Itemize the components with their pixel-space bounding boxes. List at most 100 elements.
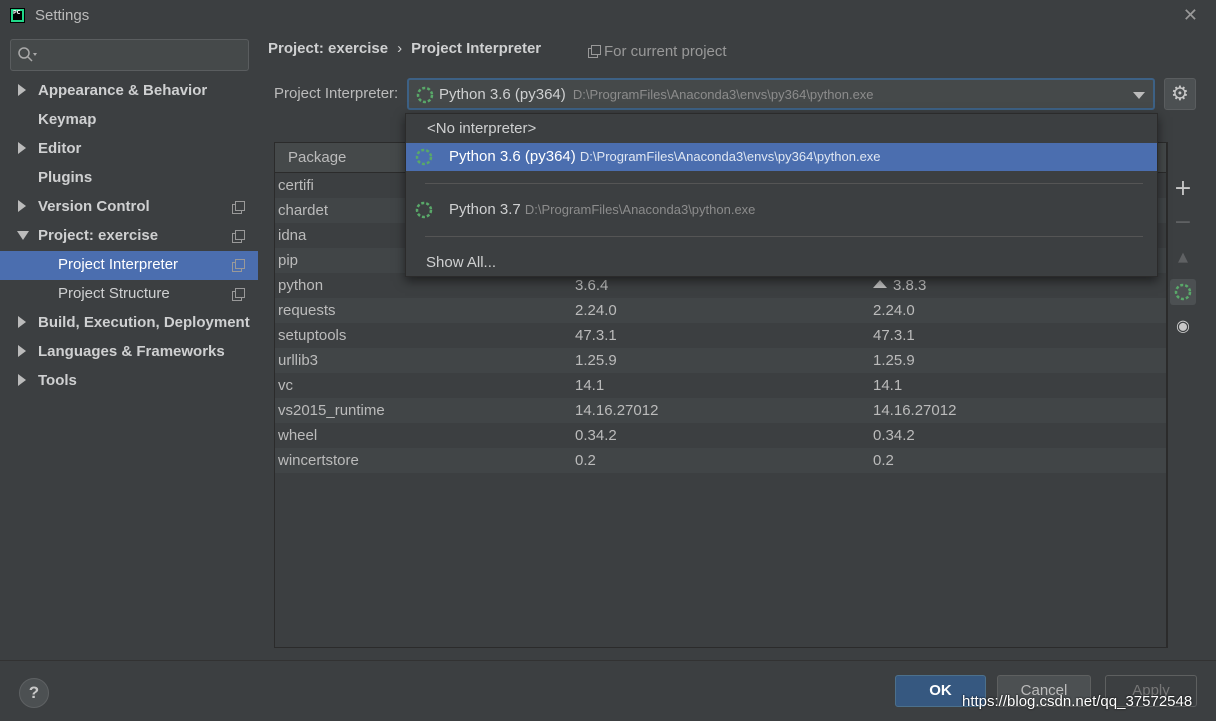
sidebar-item-appearance[interactable]: Appearance & Behavior	[0, 77, 258, 106]
remove-package-button[interactable]: −	[1170, 210, 1196, 236]
search-icon	[18, 47, 37, 62]
interpreter-path: D:\ProgramFiles\Anaconda3\envs\py364\pyt…	[572, 87, 874, 102]
gear-icon: ⚙	[1171, 81, 1189, 105]
option-label: Show All...	[426, 254, 497, 271]
interpreter-select[interactable]: Python 3.6 (py364) D:\ProgramFiles\Anaco…	[407, 78, 1155, 110]
scope-hint-text: For current project	[604, 43, 727, 60]
package-name: wincertstore	[278, 452, 359, 469]
package-name: pip	[278, 252, 299, 269]
package-latest: 0.2	[873, 452, 894, 469]
sidebar-item-label: Plugins	[38, 169, 93, 186]
expand-arrow-icon	[18, 374, 26, 386]
help-button[interactable]: ?	[19, 678, 49, 708]
sidebar-item-build[interactable]: Build, Execution, Deployment	[0, 309, 258, 338]
package-version: 0.2	[575, 452, 596, 469]
sidebar-item-version-control[interactable]: Version Control	[0, 193, 258, 222]
copy-icon	[232, 288, 245, 301]
table-row[interactable]: vs2015_runtime 14.16.27012 14.16.27012	[275, 398, 1166, 423]
sidebar-item-project-structure[interactable]: Project Structure	[0, 280, 258, 309]
divider	[425, 236, 1143, 237]
close-icon[interactable]: ✕	[1183, 5, 1198, 26]
option-label: <No interpreter>	[427, 120, 537, 137]
table-row[interactable]: urllib3 1.25.9 1.25.9	[275, 348, 1166, 373]
breadcrumb-separator: ›	[397, 40, 403, 57]
package-latest: 0.34.2	[873, 427, 915, 444]
sidebar-item-keymap[interactable]: Keymap	[0, 106, 258, 135]
package-version: 14.1	[575, 377, 605, 394]
table-row[interactable]: wincertstore 0.2 0.2	[275, 448, 1166, 473]
table-row[interactable]: requests 2.24.0 2.24.0	[275, 298, 1166, 323]
package-name: certifi	[278, 177, 314, 194]
expand-arrow-icon	[18, 345, 26, 357]
python-env-icon	[415, 148, 433, 166]
package-version: 3.6.4	[575, 277, 609, 294]
option-path: D:\ProgramFiles\Anaconda3\envs\py364\pyt…	[579, 149, 881, 164]
sidebar-item-editor[interactable]: Editor	[0, 135, 258, 164]
expand-arrow-icon	[18, 142, 26, 154]
sidebar-item-label: Editor	[38, 140, 82, 157]
python-env-icon	[1174, 283, 1192, 301]
search-input[interactable]	[10, 39, 249, 71]
show-all-option[interactable]: Show All...	[406, 249, 1157, 277]
window-title: Settings	[35, 7, 90, 24]
package-version: 2.24.0	[575, 302, 617, 319]
table-row[interactable]: wheel 0.34.2 0.34.2	[275, 423, 1166, 448]
divider	[425, 183, 1143, 184]
sidebar-item-tools[interactable]: Tools	[0, 367, 258, 396]
table-row[interactable]: setuptools 47.3.1 47.3.1	[275, 323, 1166, 348]
interpreter-option-py364[interactable]: Python 3.6 (py364) D:\ProgramFiles\Anaco…	[406, 143, 1157, 171]
table-row[interactable]: vc 14.1 14.1	[275, 373, 1166, 398]
collapse-arrow-icon	[17, 231, 29, 240]
sidebar-item-project-interpreter[interactable]: Project Interpreter	[0, 251, 258, 280]
sidebar-item-label: Project: exercise	[38, 227, 159, 244]
conda-toggle-button[interactable]	[1170, 279, 1196, 305]
upgrade-package-button[interactable]: ▲	[1170, 245, 1196, 271]
option-label: Python 3.6 (py364) D:\ProgramFiles\Anaco…	[449, 148, 881, 165]
expand-arrow-icon	[18, 200, 26, 212]
copy-icon	[232, 201, 245, 214]
dialog-footer: ? OK Cancel Apply https://blog.csdn.net/…	[0, 660, 1216, 721]
sidebar-item-label: Project Interpreter	[58, 256, 179, 273]
sidebar-item-label: Build, Execution, Deployment	[38, 314, 250, 331]
package-latest: 2.24.0	[873, 302, 915, 319]
sidebar-item-languages[interactable]: Languages & Frameworks	[0, 338, 258, 367]
copy-icon	[588, 45, 601, 58]
option-name: Python 3.6 (py364)	[449, 148, 576, 165]
upgrade-available-icon	[873, 280, 887, 288]
sidebar-item-project[interactable]: Project: exercise	[0, 222, 258, 251]
copy-icon	[232, 259, 245, 272]
package-version: 1.25.9	[575, 352, 617, 369]
python-env-icon	[416, 86, 434, 104]
sidebar-item-label: Keymap	[38, 111, 97, 128]
sidebar-item-label: Appearance & Behavior	[38, 82, 208, 99]
package-name: vs2015_runtime	[278, 402, 385, 419]
sidebar-item-plugins[interactable]: Plugins	[0, 164, 258, 193]
no-interpreter-option[interactable]: <No interpreter>	[406, 115, 1157, 143]
title-bar: PC Settings ✕	[0, 0, 1216, 32]
add-package-button[interactable]: +	[1170, 176, 1196, 202]
package-version: 14.16.27012	[575, 402, 659, 419]
interpreter-settings-button[interactable]: ⚙	[1164, 78, 1196, 110]
package-name: idna	[278, 227, 307, 244]
sidebar-item-label: Languages & Frameworks	[38, 343, 225, 360]
package-latest: 1.25.9	[873, 352, 915, 369]
column-header-package[interactable]: Package	[288, 149, 346, 166]
scope-hint: For current project	[588, 43, 727, 60]
python-env-icon	[415, 201, 433, 219]
package-latest-value: 3.8.3	[893, 277, 927, 294]
show-early-releases-button[interactable]: ◉	[1170, 313, 1196, 339]
watermark: https://blog.csdn.net/qq_37572548	[962, 693, 1193, 710]
package-toolbar: + − ▲ ◉	[1167, 142, 1197, 648]
package-latest: 3.8.3	[873, 277, 926, 294]
package-name: requests	[278, 302, 336, 319]
breadcrumb-part: Project: exercise	[268, 40, 389, 57]
package-latest: 47.3.1	[873, 327, 915, 344]
interpreter-option-py37[interactable]: Python 3.7 D:\ProgramFiles\Anaconda3\pyt…	[406, 196, 1157, 224]
package-latest: 14.16.27012	[873, 402, 957, 419]
sidebar-item-label: Tools	[38, 372, 77, 389]
option-name: Python 3.7	[449, 201, 521, 218]
package-name: chardet	[278, 202, 329, 219]
sidebar-item-label: Version Control	[38, 198, 150, 215]
interpreter-name: Python 3.6 (py364)	[439, 86, 566, 103]
breadcrumb: Project: exercise › Project Interpreter	[268, 40, 541, 57]
